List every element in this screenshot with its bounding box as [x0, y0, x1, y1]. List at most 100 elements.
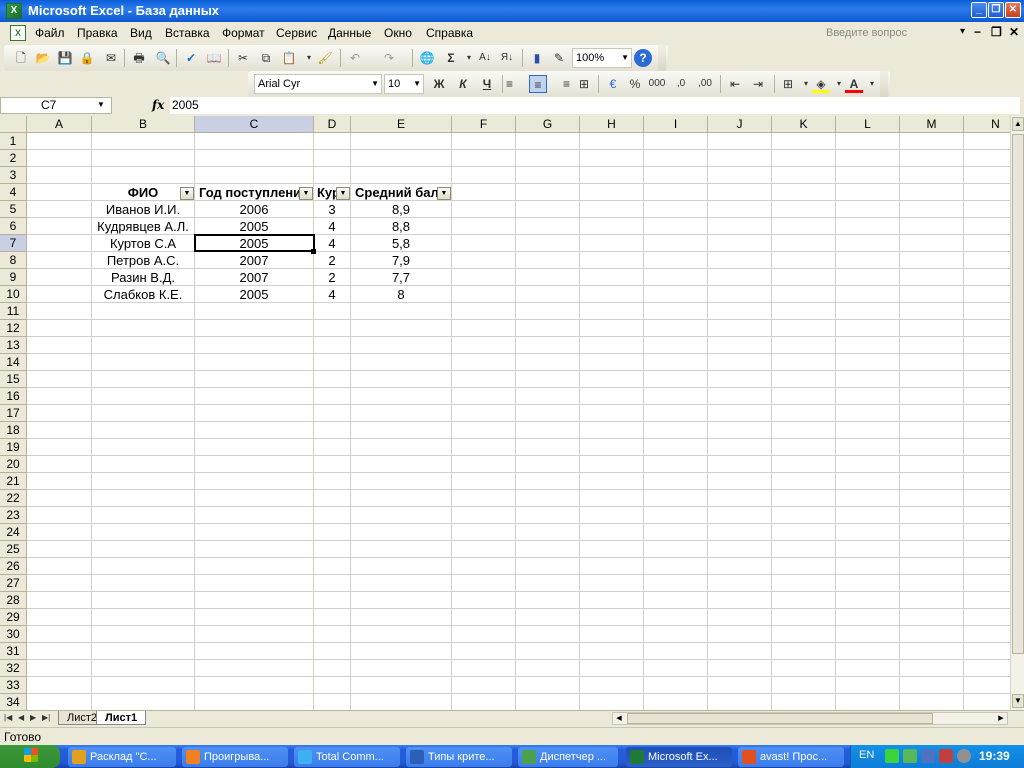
language-indicator[interactable]: EN [859, 749, 874, 761]
table-cell[interactable]: 5,8 [351, 235, 451, 252]
table-cell[interactable]: Кудрявцев А.Л. [92, 218, 194, 235]
table-cell[interactable]: Разин В.Д. [92, 269, 194, 286]
menu-file[interactable]: Файл [35, 26, 65, 40]
row-header-22[interactable]: 22 [0, 490, 27, 507]
table-cell[interactable]: 8,8 [351, 218, 451, 235]
column-header-i[interactable]: I [644, 116, 708, 133]
menu-format[interactable]: Формат [222, 26, 265, 40]
align-right-icon[interactable]: ≡ [552, 75, 570, 93]
table-header-year[interactable]: Год поступлени [195, 184, 299, 201]
zoom-select[interactable]: 100% ▼ [572, 48, 632, 68]
column-header-h[interactable]: H [580, 116, 644, 133]
row-header-6[interactable]: 6 [0, 218, 27, 235]
sheet-tab-list1[interactable]: Лист1 [96, 711, 147, 725]
minimize-button[interactable]: _ [971, 2, 987, 18]
font-color-dropdown-icon[interactable]: ▾ [863, 75, 881, 93]
currency-icon[interactable]: € [604, 75, 622, 93]
menu-tools[interactable]: Сервис [276, 26, 317, 40]
column-header-k[interactable]: K [772, 116, 836, 133]
row-header-24[interactable]: 24 [0, 524, 27, 541]
row-header-13[interactable]: 13 [0, 337, 27, 354]
table-cell[interactable]: Слабков К.Е. [92, 286, 194, 303]
row-header-30[interactable]: 30 [0, 626, 27, 643]
row-header-25[interactable]: 25 [0, 541, 27, 558]
active-cell-selection[interactable] [194, 234, 315, 252]
font-name-select[interactable]: Arial Cyr ▼ [254, 74, 382, 94]
drawing-icon[interactable]: ✎ [550, 49, 568, 67]
help-dropdown-arrow-icon[interactable]: ▾ [960, 26, 965, 37]
scroll-left-icon[interactable]: ◀ [613, 713, 625, 724]
table-cell[interactable]: 7,9 [351, 252, 451, 269]
excel-app-icon[interactable]: X [6, 3, 22, 19]
toolbar-options-icon[interactable] [658, 45, 666, 71]
table-cell[interactable]: 2 [314, 252, 350, 269]
vertical-scroll-thumb[interactable] [1012, 134, 1024, 654]
taskbar-button[interactable]: Total Comm... [294, 747, 400, 767]
percent-icon[interactable]: % [626, 75, 644, 93]
menu-window[interactable]: Окно [384, 26, 412, 40]
table-cell[interactable]: 8,9 [351, 201, 451, 218]
sort-ascending-icon[interactable]: A↓ [476, 49, 494, 67]
table-header-fio[interactable]: ФИО [92, 184, 194, 201]
menu-view[interactable]: Вид [130, 26, 152, 40]
row-header-19[interactable]: 19 [0, 439, 27, 456]
table-cell[interactable]: 4 [314, 286, 350, 303]
scroll-up-icon[interactable]: ▲ [1012, 117, 1024, 131]
row-header-15[interactable]: 15 [0, 371, 27, 388]
row-header-7[interactable]: 7 [0, 235, 27, 252]
start-button[interactable] [0, 745, 60, 768]
table-cell[interactable]: 8 [351, 286, 451, 303]
menu-insert[interactable]: Вставка [165, 26, 210, 40]
format-painter-icon[interactable]: 🖌 [316, 49, 334, 67]
table-header-avg[interactable]: Средний бал [351, 184, 437, 201]
row-header-12[interactable]: 12 [0, 320, 27, 337]
table-cell[interactable]: 2007 [195, 269, 313, 286]
research-icon[interactable]: 📖 [205, 49, 223, 67]
formula-input[interactable]: 2005 [170, 97, 1020, 114]
row-header-5[interactable]: 5 [0, 201, 27, 218]
row-header-16[interactable]: 16 [0, 388, 27, 405]
new-icon[interactable]: 🗋 [12, 49, 30, 67]
row-header-20[interactable]: 20 [0, 456, 27, 473]
table-cell[interactable]: 2007 [195, 252, 313, 269]
menu-edit[interactable]: Правка [77, 26, 118, 40]
taskbar-button[interactable]: Проигрыва... [182, 747, 288, 767]
row-header-17[interactable]: 17 [0, 405, 27, 422]
table-cell[interactable]: 4 [314, 218, 350, 235]
help-question-input[interactable]: Введите вопрос [822, 24, 972, 42]
name-box[interactable]: C7 [0, 97, 112, 114]
taskbar-button[interactable]: Microsoft Ex... [626, 747, 732, 767]
bold-button[interactable]: Ж [430, 75, 448, 93]
column-header-n[interactable]: N [964, 116, 1010, 133]
menu-data[interactable]: Данные [328, 26, 371, 40]
email-icon[interactable]: ✉ [102, 49, 120, 67]
autofilter-dropdown-icon[interactable]: ▼ [299, 187, 313, 200]
row-header-23[interactable]: 23 [0, 507, 27, 524]
merge-center-icon[interactable]: ⊞ [575, 75, 593, 93]
tray-app-icon[interactable] [957, 749, 971, 763]
increase-decimal-icon[interactable]: ,0 [672, 75, 690, 93]
first-sheet-icon[interactable]: |◀ [4, 713, 12, 722]
undo-icon[interactable]: ↶ [346, 49, 364, 67]
next-sheet-icon[interactable]: ▶ [30, 713, 36, 722]
hyperlink-icon[interactable]: 🌐 [418, 49, 436, 67]
prev-sheet-icon[interactable]: ◀ [18, 713, 24, 722]
table-cell[interactable]: 2005 [195, 218, 313, 235]
clock[interactable]: 19:39 [979, 749, 1010, 763]
column-header-a[interactable]: A [27, 116, 92, 133]
column-header-g[interactable]: G [516, 116, 580, 133]
autofilter-dropdown-icon[interactable]: ▼ [437, 187, 451, 200]
table-cell[interactable]: 2005 [195, 286, 313, 303]
column-header-m[interactable]: M [900, 116, 964, 133]
permission-icon[interactable]: 🔒 [78, 49, 96, 67]
print-icon[interactable]: 🖶 [130, 49, 148, 67]
column-header-c[interactable]: C [195, 116, 314, 133]
redo-icon[interactable]: ↷ [380, 49, 398, 67]
font-color-icon[interactable]: A [845, 75, 863, 93]
spelling-icon[interactable]: ✓ [182, 49, 200, 67]
tray-app-icon[interactable] [921, 749, 935, 763]
maximize-button[interactable]: ❐ [988, 2, 1004, 18]
tray-app-icon[interactable] [903, 749, 917, 763]
column-header-j[interactable]: J [708, 116, 772, 133]
table-cell[interactable]: Петров А.С. [92, 252, 194, 269]
